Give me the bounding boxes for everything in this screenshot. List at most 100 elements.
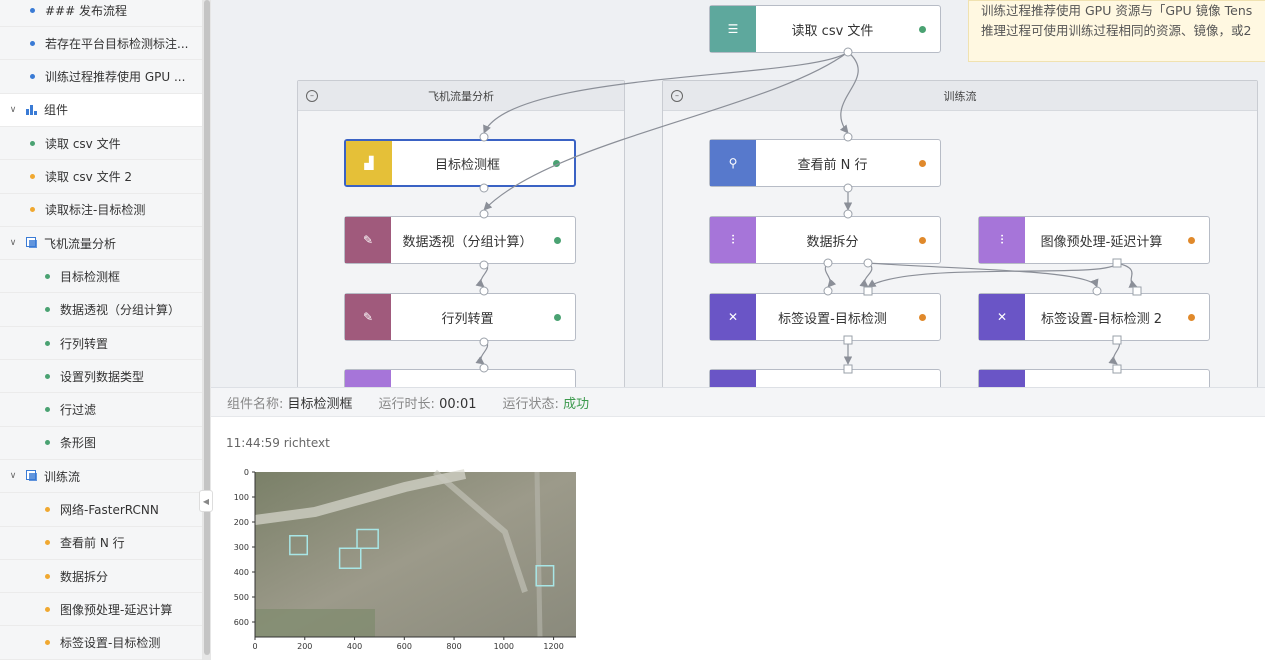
tree-label: 网络-FasterRCNN xyxy=(60,503,159,517)
chevron-down-icon[interactable]: ∨ xyxy=(8,105,18,115)
x-tick-label: 1200 xyxy=(543,642,563,651)
tree-item[interactable]: 读取标注-目标检测 xyxy=(0,194,202,227)
node-read-csv[interactable]: ☰ 读取 csv 文件 xyxy=(709,5,941,53)
status-dot xyxy=(919,25,926,33)
tree-item[interactable]: 行列转置 xyxy=(0,327,202,360)
container-header: – 训练流 xyxy=(663,81,1257,111)
node-label: 目标检测框 xyxy=(434,157,500,173)
status-dot xyxy=(554,313,561,321)
status-dot xyxy=(919,313,926,321)
x-tick-label: 800 xyxy=(446,642,461,651)
x-tick-label: 200 xyxy=(297,642,312,651)
chevron-down-icon[interactable]: ∨ xyxy=(8,238,18,248)
node-label-set-2[interactable]: ✕ 标签设置-目标检测 2 xyxy=(978,293,1210,341)
tree-label: 行列转置 xyxy=(60,336,109,351)
node-label: 图像预处理-延迟计算 xyxy=(1040,234,1163,250)
tree-item[interactable]: 设置列数据类型 xyxy=(0,360,202,394)
status-dot xyxy=(45,407,50,413)
node-transpose[interactable]: ✎ 行列转置 xyxy=(344,293,576,341)
status-badge: 成功 xyxy=(563,396,590,412)
y-tick-label: 300 xyxy=(234,543,249,552)
status-dot xyxy=(30,207,35,213)
status-dot xyxy=(1188,313,1195,321)
tree-item[interactable]: 标签设置-目标检测 xyxy=(0,627,202,660)
node-head-n[interactable]: ⚲ 查看前 N 行 xyxy=(709,139,941,187)
tree-group[interactable]: ∨ 组件 xyxy=(0,93,202,127)
runway-shape xyxy=(534,471,543,638)
status-dot xyxy=(30,74,35,80)
collapse-icon[interactable]: – xyxy=(306,90,318,102)
status-dot xyxy=(45,640,50,646)
tree-label: 训练过程推荐使用 GPU ... xyxy=(45,70,186,85)
tree-item[interactable]: 读取 csv 文件 xyxy=(0,127,202,161)
split-icon: ⫶ xyxy=(979,217,1025,263)
tree-label: 行过滤 xyxy=(60,403,97,418)
tree-item[interactable]: 数据拆分 xyxy=(0,560,202,594)
x-tick-label: 600 xyxy=(397,642,412,651)
status-dot xyxy=(45,540,50,546)
container-title: 飞机流量分析 xyxy=(428,89,494,103)
tree-label: 设置列数据类型 xyxy=(60,369,145,384)
tree-label: 条形图 xyxy=(60,436,97,451)
chart-icon: ▟ xyxy=(346,141,392,185)
node-detect-box[interactable]: ▟ 目标检测框 xyxy=(344,139,576,187)
container-title: 训练流 xyxy=(943,89,977,103)
scrollbar-thumb[interactable] xyxy=(204,0,210,655)
node-label: 标签设置-目标检测 xyxy=(778,311,887,327)
tree-item[interactable]: ### 发布流程 xyxy=(0,0,202,27)
component-name: 组件名称: 目标检测框 xyxy=(227,393,353,412)
tree-group[interactable]: ∨ 训练流 xyxy=(0,460,202,494)
tree-item[interactable]: 数据透视（分组计算） xyxy=(0,294,202,327)
note-card[interactable]: 训练过程推荐使用 GPU 资源与「GPU 镜像 Tens 推理过程可使用训练过程… xyxy=(968,0,1265,62)
status-dot xyxy=(554,236,561,244)
node-partial[interactable] xyxy=(709,369,941,387)
status-dot xyxy=(919,236,926,244)
tree-item[interactable]: 若存在平台目标检测标注... xyxy=(0,27,202,61)
node-icon xyxy=(345,370,391,387)
status-dot xyxy=(45,340,50,346)
status-dot xyxy=(30,140,35,146)
node-label: 行列转置 xyxy=(441,311,494,327)
y-tick-label: 400 xyxy=(234,568,249,577)
node-pivot[interactable]: ✎ 数据透视（分组计算） xyxy=(344,216,576,264)
x-tick-label: 0 xyxy=(252,642,257,651)
log-line: 11:44:59 richtext xyxy=(226,436,330,450)
tree-label: ### 发布流程 xyxy=(45,3,127,18)
node-preprocess[interactable]: ⫶ 图像预处理-延迟计算 xyxy=(978,216,1210,264)
node-split[interactable]: ⫶ 数据拆分 xyxy=(709,216,941,264)
tree-item[interactable]: 网络-FasterRCNN xyxy=(0,494,202,527)
label: 运行状态: xyxy=(502,396,559,412)
tree-item[interactable]: 目标检测框 xyxy=(0,260,202,294)
status-dot xyxy=(30,174,35,179)
run-status: 运行状态: 成功 xyxy=(503,393,590,412)
tree-item[interactable]: 图像预处理-延迟计算 xyxy=(0,593,202,627)
tree-item[interactable]: 训练过程推荐使用 GPU ... xyxy=(0,61,202,94)
value: 目标检测框 xyxy=(287,396,353,412)
node-label: 读取 csv 文件 xyxy=(791,23,874,39)
status-dot xyxy=(553,159,560,167)
node-partial[interactable] xyxy=(978,369,1210,387)
tree-item[interactable]: 行过滤 xyxy=(0,394,202,427)
node-label-set[interactable]: ✕ 标签设置-目标检测 xyxy=(709,293,941,341)
node-label: 标签设置-目标检测 2 xyxy=(1040,311,1163,327)
y-tick-label: 100 xyxy=(234,493,249,502)
collapse-icon[interactable]: – xyxy=(671,90,683,102)
node-partial[interactable] xyxy=(344,369,576,387)
status-dot xyxy=(919,159,926,167)
run-duration: 运行时长: 00:01 xyxy=(379,393,477,412)
workflow-canvas[interactable]: 训练过程推荐使用 GPU 资源与「GPU 镜像 Tens 推理过程可使用训练过程… xyxy=(211,0,1265,387)
tree-label: 读取 csv 文件 2 xyxy=(45,170,133,184)
status-dot xyxy=(30,40,35,46)
chevron-down-icon[interactable]: ∨ xyxy=(8,471,18,481)
label: 运行时长: xyxy=(378,396,435,412)
tree-item[interactable]: 查看前 N 行 xyxy=(0,527,202,560)
tree-item[interactable]: 条形图 xyxy=(0,427,202,460)
detection-plot: 0 100 200 300 400 500 600 0 200 400 600 800 1000 1200 xyxy=(234,468,576,651)
tree-label: 图像预处理-延迟计算 xyxy=(60,602,173,617)
tree-item[interactable]: 读取 csv 文件 2 xyxy=(0,161,202,194)
node-icon xyxy=(710,370,756,387)
tree-group[interactable]: ∨ 飞机流量分析 xyxy=(0,227,202,261)
sidebar-collapse-handle[interactable]: ◀ xyxy=(199,490,213,512)
status-dot xyxy=(45,606,50,612)
sidebar-scrollbar[interactable] xyxy=(203,0,211,660)
